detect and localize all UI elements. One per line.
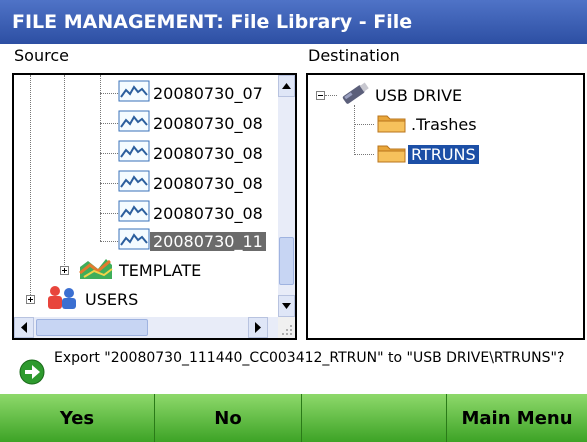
tree-guide-line <box>100 75 101 241</box>
tree-node-rtruns[interactable]: RTRUNS <box>376 140 479 168</box>
source-file-item[interactable]: 20080730_08 <box>118 169 266 197</box>
source-file-label: 20080730_08 <box>153 203 263 223</box>
tree-node-label: TEMPLATE <box>119 260 202 280</box>
source-file-item[interactable]: 20080730_08 <box>118 109 266 137</box>
scroll-left-button[interactable] <box>14 317 34 338</box>
destination-label: Destination <box>308 46 400 65</box>
tree-node-users[interactable]: USERS <box>42 285 141 313</box>
arrow-right-icon <box>255 322 261 333</box>
scroll-right-button[interactable] <box>248 317 268 338</box>
tree-node-label: USB DRIVE <box>375 85 463 105</box>
tree-connector <box>100 153 118 154</box>
tree-connector <box>354 154 374 155</box>
source-file-item[interactable]: 20080730_07 <box>118 79 266 107</box>
no-button[interactable]: No <box>155 394 302 442</box>
expand-users-button[interactable] <box>26 295 35 304</box>
source-horizontal-scrollbar[interactable] <box>14 317 278 338</box>
source-label: Source <box>14 46 69 65</box>
source-file-item[interactable]: 20080730_08 <box>118 199 266 227</box>
tree-node-label: USERS <box>85 289 139 309</box>
waveform-file-icon <box>118 200 150 226</box>
source-file-label: 20080730_08 <box>153 143 263 163</box>
tree-connector <box>100 183 118 184</box>
scroll-thumb-horizontal[interactable] <box>36 319 148 336</box>
source-file-label: 20080730_11 <box>150 231 266 251</box>
scroll-up-button[interactable] <box>278 75 295 97</box>
arrow-up-icon <box>282 83 291 89</box>
tree-connector <box>100 213 118 214</box>
collapse-usb-drive-button[interactable] <box>316 91 325 100</box>
tree-guide-line <box>64 75 65 271</box>
source-tree[interactable]: 20080730_07 20080730_08 20080730_08 2008… <box>12 73 297 340</box>
tree-connector <box>100 241 118 242</box>
arrow-right-circle-icon <box>18 358 46 391</box>
tree-connector <box>325 95 337 96</box>
folder-icon <box>376 140 408 168</box>
arrow-left-icon <box>21 322 27 333</box>
scroll-thumb[interactable] <box>279 237 294 285</box>
window-title: FILE MANAGEMENT: File Library - File <box>0 0 587 44</box>
source-file-label: 20080730_08 <box>153 173 263 193</box>
template-icon <box>76 255 116 285</box>
tree-guide-line <box>30 75 31 301</box>
waveform-file-icon <box>118 80 150 106</box>
waveform-file-icon <box>118 228 150 254</box>
tree-node-label: RTRUNS <box>408 144 479 164</box>
source-vertical-scrollbar[interactable] <box>278 75 295 317</box>
folder-icon <box>376 110 408 138</box>
source-file-item[interactable]: 20080730_08 <box>118 139 266 167</box>
main-menu-button[interactable]: Main Menu <box>447 394 587 442</box>
tree-node-template[interactable]: TEMPLATE <box>76 256 204 284</box>
yes-button[interactable]: Yes <box>0 394 155 442</box>
tree-connector <box>354 124 374 125</box>
tree-node-trashes[interactable]: .Trashes <box>376 110 480 138</box>
arrow-down-icon <box>282 303 291 309</box>
waveform-file-icon <box>118 170 150 196</box>
scroll-down-button[interactable] <box>278 295 295 317</box>
tree-connector <box>100 93 118 94</box>
destination-tree[interactable]: USB DRIVE .Trashes RTRUNS <box>306 73 585 340</box>
tree-connector <box>100 123 118 124</box>
waveform-file-icon <box>118 140 150 166</box>
tree-node-usb-drive[interactable]: USB DRIVE <box>338 81 465 109</box>
waveform-file-icon <box>118 110 150 136</box>
source-file-label: 20080730_08 <box>153 113 263 133</box>
users-icon <box>42 284 82 314</box>
tree-guide-line <box>354 105 355 155</box>
expand-template-button[interactable] <box>60 266 69 275</box>
source-file-item-selected[interactable]: 20080730_11 <box>118 227 266 255</box>
usb-drive-icon <box>338 80 372 110</box>
bottom-button-bar: Yes No Main Menu <box>0 394 587 442</box>
blank-button[interactable] <box>302 394 447 442</box>
source-file-label: 20080730_07 <box>153 83 263 103</box>
tree-node-label: .Trashes <box>411 114 477 134</box>
resize-grip <box>278 317 295 338</box>
confirmation-text: Export "20080730_111440_CC003412_RTRUN" … <box>54 350 565 366</box>
